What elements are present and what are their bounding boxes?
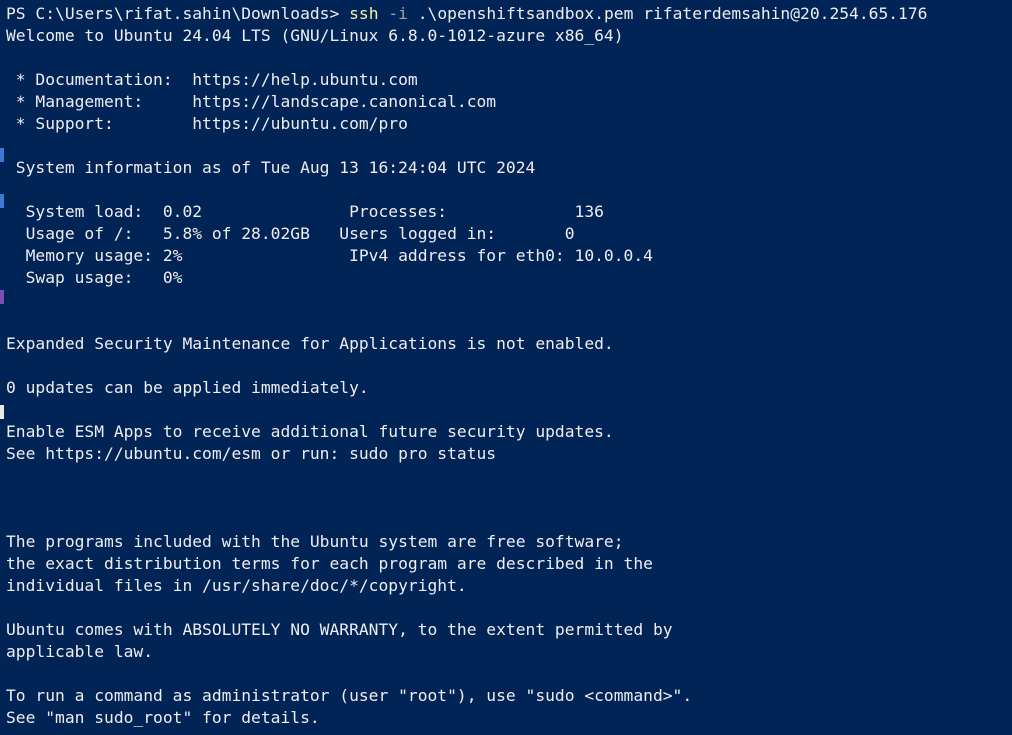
edge-mark-blue-2 [0, 194, 4, 208]
documentation-line: * Documentation: https://help.ubuntu.com [6, 70, 418, 89]
enable-esm-line: Enable ESM Apps to receive additional fu… [6, 422, 614, 441]
warranty-line-1: Ubuntu comes with ABSOLUTELY NO WARRANTY… [6, 620, 673, 639]
terminal-window[interactable]: PS C:\Users\rifat.sahin\Downloads> ssh -… [0, 0, 1012, 735]
system-info-header: System information as of Tue Aug 13 16:2… [6, 158, 536, 177]
background-window-edge [0, 0, 4, 735]
memory-usage-line: Memory usage: 2% IPv4 address for eth0: … [6, 246, 653, 265]
edge-mark-white [0, 405, 4, 419]
esm-status-line: Expanded Security Maintenance for Applic… [6, 334, 614, 353]
ps-command-line[interactable]: PS C:\Users\rifat.sahin\Downloads> ssh -… [6, 3, 1012, 25]
support-line: * Support: https://ubuntu.com/pro [6, 114, 408, 133]
system-load-line: System load: 0.02 Processes: 136 [6, 202, 604, 221]
management-line: * Management: https://landscape.canonica… [6, 92, 497, 111]
disk-usage-line: Usage of /: 5.8% of 28.02GB Users logged… [6, 224, 575, 243]
edge-mark-purple [0, 290, 4, 304]
see-esm-line: See https://ubuntu.com/esm or run: sudo … [6, 444, 497, 463]
free-software-line-1: The programs included with the Ubuntu sy… [6, 532, 624, 551]
ps-command-args: .\openshiftsandbox.pem rifaterdemsahin@2… [417, 4, 928, 23]
ps-command-param: -i [388, 4, 408, 23]
ps-command-name: ssh [349, 4, 379, 23]
swap-usage-line: Swap usage: 0% [6, 268, 183, 287]
warranty-line-2: applicable law. [6, 642, 154, 661]
sudo-hint-line-2: See "man sudo_root" for details. [6, 708, 320, 727]
free-software-line-2: the exact distribution terms for each pr… [6, 554, 653, 573]
ps-prompt-path: PS C:\Users\rifat.sahin\Downloads> [6, 4, 340, 23]
sudo-hint-line-1: To run a command as administrator (user … [6, 686, 693, 705]
edge-mark-blue-1 [0, 148, 4, 162]
updates-line: 0 updates can be applied immediately. [6, 378, 369, 397]
free-software-line-3: individual files in /usr/share/doc/*/cop… [6, 576, 467, 595]
welcome-line: Welcome to Ubuntu 24.04 LTS (GNU/Linux 6… [6, 26, 624, 45]
